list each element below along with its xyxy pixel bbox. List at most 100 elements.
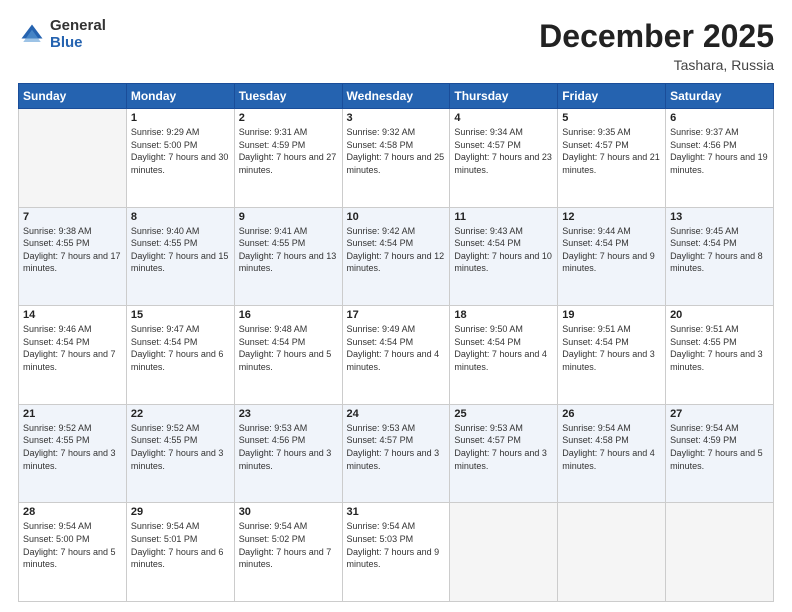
sunset-text: Sunset: 4:57 PM: [454, 140, 521, 150]
sunrise-text: Sunrise: 9:52 AM: [23, 423, 92, 433]
day-info: Sunrise: 9:53 AMSunset: 4:57 PMDaylight:…: [454, 422, 553, 472]
sunrise-text: Sunrise: 9:41 AM: [239, 226, 308, 236]
sunset-text: Sunset: 4:55 PM: [23, 435, 90, 445]
col-tuesday: Tuesday: [234, 84, 342, 109]
sunrise-text: Sunrise: 9:53 AM: [347, 423, 416, 433]
table-row: 6 Sunrise: 9:37 AMSunset: 4:56 PMDaylight…: [666, 109, 774, 208]
calendar-week-row: 7Sunrise: 9:38 AMSunset: 4:55 PMDaylight…: [19, 207, 774, 306]
table-row: 12Sunrise: 9:44 AMSunset: 4:54 PMDayligh…: [558, 207, 666, 306]
sunrise-text: Sunrise: 9:53 AM: [454, 423, 523, 433]
day-info: Sunrise: 9:52 AM Sunset: 4:55 PM Daylight:…: [23, 422, 122, 472]
table-row: 24Sunrise: 9:53 AMSunset: 4:57 PMDayligh…: [342, 404, 450, 503]
daylight-text: Daylight: 7 hours and 4 minutes.: [562, 448, 655, 471]
sunrise-text: Sunrise: 9:29 AM: [131, 127, 200, 137]
col-thursday: Thursday: [450, 84, 558, 109]
header: General Blue December 2025 Tashara, Russ…: [18, 18, 774, 73]
daylight-text: Daylight: 7 hours and 27 minutes.: [239, 152, 337, 175]
table-row: 22Sunrise: 9:52 AMSunset: 4:55 PMDayligh…: [126, 404, 234, 503]
logo-text: General Blue: [50, 18, 106, 51]
sunrise-text: Sunrise: 9:47 AM: [131, 324, 200, 334]
day-number: 18: [454, 309, 553, 321]
sunrise-text: Sunrise: 9:51 AM: [562, 324, 631, 334]
table-row: 1Sunrise: 9:29 AMSunset: 5:00 PMDaylight…: [126, 109, 234, 208]
sunrise-text: Sunrise: 9:32 AM: [347, 127, 416, 137]
sunset-text: Sunset: 5:02 PM: [239, 534, 306, 544]
table-row: 28Sunrise: 9:54 AMSunset: 5:00 PMDayligh…: [19, 503, 127, 602]
table-row: 3Sunrise: 9:32 AMSunset: 4:58 PMDaylight…: [342, 109, 450, 208]
day-info: Sunrise: 9:32 AMSunset: 4:58 PMDaylight:…: [347, 126, 446, 176]
sunset-text: Sunset: 5:01 PM: [131, 534, 198, 544]
sunrise-text: Sunrise: 9:48 AM: [239, 324, 308, 334]
day-info: Sunrise: 9:38 AMSunset: 4:55 PMDaylight:…: [23, 225, 122, 275]
sunset-text: Sunset: 4:55 PM: [670, 337, 737, 347]
table-row: [450, 503, 558, 602]
day-number: 19: [562, 309, 661, 321]
day-info: Sunrise: 9:41 AMSunset: 4:55 PMDaylight:…: [239, 225, 338, 275]
daylight-text: Daylight: 7 hours and 4 minutes.: [347, 349, 440, 372]
table-row: 13Sunrise: 9:45 AMSunset: 4:54 PMDayligh…: [666, 207, 774, 306]
daylight-text: Daylight: 7 hours and 4 minutes.: [454, 349, 547, 372]
day-info: Sunrise: 9:35 AMSunset: 4:57 PMDaylight:…: [562, 126, 661, 176]
sunset-text: Sunset: 4:54 PM: [562, 337, 629, 347]
table-row: [19, 109, 127, 208]
sunrise-text: Sunrise: 9:45 AM: [670, 226, 739, 236]
logo-icon: [18, 21, 46, 49]
day-info: Sunrise: 9:53 AMSunset: 4:57 PMDaylight:…: [347, 422, 446, 472]
sunrise-text: Sunrise: 9:44 AM: [562, 226, 631, 236]
calendar-week-row: 14Sunrise: 9:46 AMSunset: 4:54 PMDayligh…: [19, 306, 774, 405]
table-row: 31Sunrise: 9:54 AMSunset: 5:03 PMDayligh…: [342, 503, 450, 602]
day-info: Sunrise: 9:54 AMSunset: 5:01 PMDaylight:…: [131, 520, 230, 570]
day-number: 10: [347, 211, 446, 223]
table-row: 11Sunrise: 9:43 AMSunset: 4:54 PMDayligh…: [450, 207, 558, 306]
daylight-text: Daylight: 7 hours and 5 minutes.: [23, 547, 116, 570]
sunrise-text: Sunrise: 9:49 AM: [347, 324, 416, 334]
day-info: Sunrise: 9:48 AMSunset: 4:54 PMDaylight:…: [239, 323, 338, 373]
sunset-text: Sunset: 4:54 PM: [131, 337, 198, 347]
day-info: Sunrise: 9:40 AMSunset: 4:55 PMDaylight:…: [131, 225, 230, 275]
day-info: Sunrise: 9:54 AMSunset: 5:00 PMDaylight:…: [23, 520, 122, 570]
table-row: 18Sunrise: 9:50 AMSunset: 4:54 PMDayligh…: [450, 306, 558, 405]
daylight-text: Daylight: 7 hours and 9 minutes.: [347, 547, 440, 570]
daylight-text: Daylight: 7 hours and 8 minutes.: [670, 251, 763, 274]
sunset-text: Sunset: 4:59 PM: [239, 140, 306, 150]
day-number: 16: [239, 309, 338, 321]
table-row: [666, 503, 774, 602]
day-number: 6: [670, 112, 769, 124]
day-info: Sunrise: 9:54 AMSunset: 5:03 PMDaylight:…: [347, 520, 446, 570]
daylight-text: Daylight: 7 hours and 3 minutes.: [131, 448, 224, 471]
sunset-text: Sunset: 4:58 PM: [347, 140, 414, 150]
day-number: 29: [131, 506, 230, 518]
daylight-text: Daylight: 7 hours and 5 minutes.: [670, 448, 763, 471]
daylight-text: Daylight: 7 hours and 3 minutes.: [23, 448, 116, 471]
calendar-week-row: 1Sunrise: 9:29 AMSunset: 5:00 PMDaylight…: [19, 109, 774, 208]
col-friday: Friday: [558, 84, 666, 109]
sunrise-text: Sunrise: 9:38 AM: [23, 226, 92, 236]
daylight-text: Daylight: 7 hours and 3 minutes.: [670, 349, 763, 372]
daylight-text: Daylight: 7 hours and 21 minutes.: [562, 152, 660, 175]
day-number: 8: [131, 211, 230, 223]
day-info: Sunrise: 9:42 AMSunset: 4:54 PMDaylight:…: [347, 225, 446, 275]
daylight-text: Daylight: 7 hours and 23 minutes.: [454, 152, 552, 175]
day-info: Sunrise: 9:37 AMSunset: 4:56 PMDaylight:…: [670, 126, 769, 176]
day-info: Sunrise: 9:54 AMSunset: 4:58 PMDaylight:…: [562, 422, 661, 472]
table-row: 10 Sunrise: 9:42 AMSunset: 4:54 PMDayligh…: [342, 207, 450, 306]
table-row: 20Sunrise: 9:51 AMSunset: 4:55 PMDayligh…: [666, 306, 774, 405]
sunrise-text: Sunrise: 9:54 AM: [131, 521, 200, 531]
col-wednesday: Wednesday: [342, 84, 450, 109]
day-number: 2: [239, 112, 338, 124]
table-row: 21Sunrise: 9:52 AMSunset: 4:55 PMDayligh…: [19, 404, 127, 503]
logo: General Blue: [18, 18, 106, 51]
sunrise-text: Sunrise: 9:54 AM: [23, 521, 92, 531]
day-info: Sunrise: 9:54 AMSunset: 5:02 PMDaylight:…: [239, 520, 338, 570]
sunset-text: Sunset: 4:54 PM: [347, 238, 414, 248]
day-number: 25: [454, 408, 553, 420]
sunrise-text: Sunrise: 9:51 AM: [670, 324, 739, 334]
day-info: Sunrise: 9:49 AMSunset: 4:54 PMDaylight:…: [347, 323, 446, 373]
sunset-text: Sunset: 4:54 PM: [454, 337, 521, 347]
table-row: 27Sunrise: 9:54 AMSunset: 4:59 PMDayligh…: [666, 404, 774, 503]
sunrise-text: Sunrise: 9:37 AM: [670, 127, 739, 137]
title-block: December 2025 Tashara, Russia: [539, 18, 774, 73]
day-number: 27: [670, 408, 769, 420]
sunset-text: Sunset: 4:54 PM: [239, 337, 306, 347]
sunset-text: Sunset: 4:57 PM: [562, 140, 629, 150]
